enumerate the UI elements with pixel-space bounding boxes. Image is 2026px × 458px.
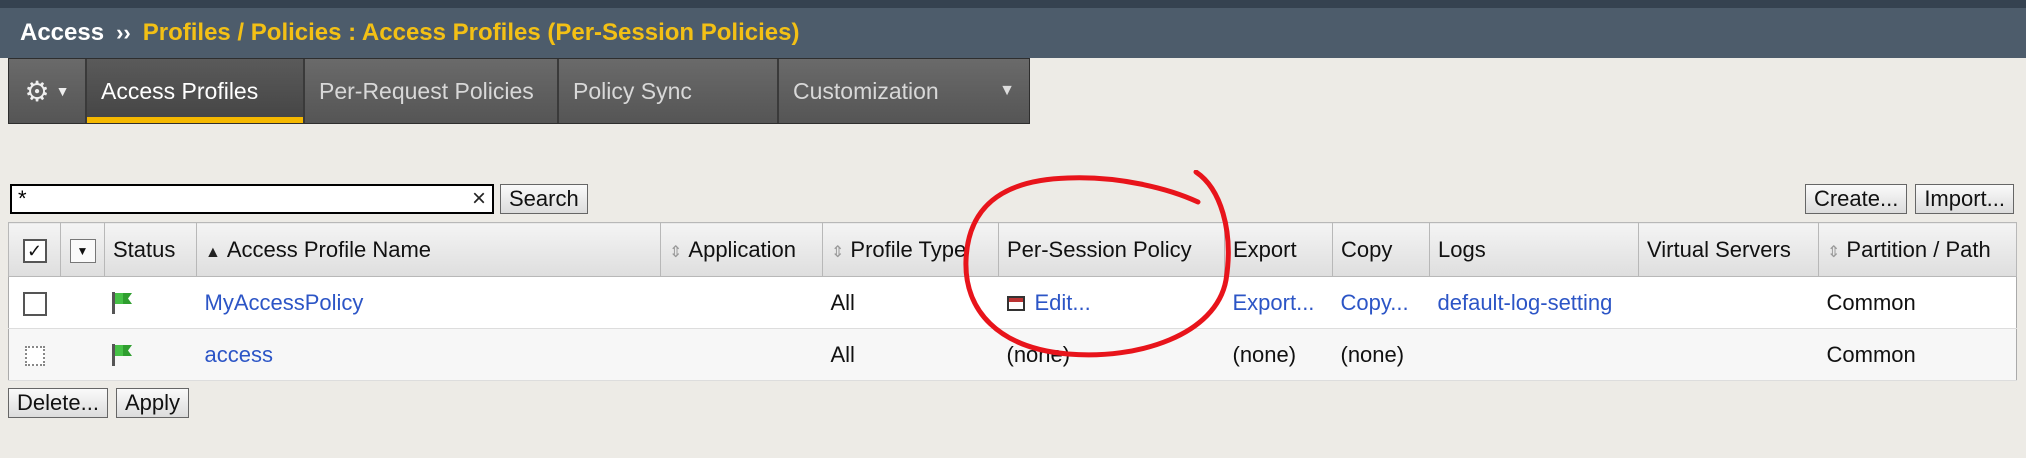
table-row: access All (none) (none) (none) Common (8, 328, 2017, 381)
column-per-session-policy: Per-Session Policy (998, 222, 1225, 277)
sort-icon: ⇕ (669, 243, 683, 261)
log-setting-link[interactable]: default-log-setting (1438, 290, 1613, 315)
column-copy: Copy (1332, 222, 1430, 277)
table-header-row: ✓ ▼ Status ▲ Access Profile Name ⇕ Applica… (8, 222, 2017, 277)
application-cell (660, 328, 823, 381)
edit-policy-link[interactable]: Edit... (1035, 290, 1091, 315)
column-virtual-servers: Virtual Servers (1638, 222, 1819, 277)
virtual-servers-cell (1638, 328, 1819, 381)
sort-icon: ⇕ (1827, 243, 1841, 261)
green-flag-icon (111, 344, 132, 367)
profile-name-cell: MyAccessPolicy (196, 276, 661, 329)
export-link[interactable]: Export... (1233, 290, 1315, 315)
column-status[interactable]: Status (104, 222, 197, 277)
gear-icon: ⚙ (24, 75, 50, 107)
column-export: Export (1224, 222, 1333, 277)
search-field: × (10, 184, 494, 214)
bottom-actions: Delete... Apply (8, 388, 189, 418)
gear-menu-button[interactable]: ⚙ ▼ (9, 59, 87, 123)
tab-label: Customization (793, 77, 939, 104)
breadcrumb: Access ›› Profiles / Policies : Access P… (0, 0, 2026, 58)
search-input[interactable] (18, 186, 468, 212)
column-profile-type-header[interactable]: ⇕ Profile Type (822, 222, 999, 277)
tab-label: Access Profiles (101, 77, 259, 104)
tab-policy-sync[interactable]: Policy Sync (559, 59, 779, 123)
green-flag-icon (111, 292, 132, 315)
copy-cell: Copy... (1332, 276, 1430, 329)
profile-type-cell: All (822, 328, 999, 381)
export-cell: Export... (1224, 276, 1333, 329)
virtual-servers-cell (1638, 276, 1819, 329)
row-checkbox[interactable] (22, 291, 47, 316)
delete-button[interactable]: Delete... (8, 388, 108, 418)
breadcrumb-root[interactable]: Access (20, 19, 104, 47)
breadcrumb-path[interactable]: Profiles / Policies : Access Profiles (P… (143, 19, 800, 47)
profile-name-link[interactable]: MyAccessPolicy (205, 290, 364, 315)
column-application-header[interactable]: ⇕ Application (660, 222, 823, 277)
table-row: MyAccessPolicy All Edit... Export... Cop… (8, 276, 2017, 329)
per-session-policy-cell: Edit... (998, 276, 1225, 329)
access-profiles-table: ✓ ▼ Status ▲ Access Profile Name ⇕ Applica… (8, 222, 2017, 381)
tab-bar: ⚙ ▼ Access Profiles Per-Request Policies … (8, 58, 1030, 124)
select-all-checkbox-cell: ✓ (8, 222, 61, 277)
column-name-header[interactable]: ▲ Access Profile Name (196, 222, 661, 277)
copy-cell: (none) (1332, 328, 1430, 381)
column-application-label: Application (688, 236, 797, 262)
import-button[interactable]: Import... (1915, 184, 2014, 214)
row-checkbox-cell (8, 276, 61, 329)
edit-window-icon (1006, 296, 1025, 312)
profile-name-link[interactable]: access (205, 342, 273, 367)
profile-type-cell: All (822, 276, 999, 329)
sort-ascending-icon: ▲ (205, 243, 221, 261)
logs-cell: default-log-setting (1429, 276, 1639, 329)
sort-icon: ⇕ (831, 243, 845, 261)
row-checkbox-cell (8, 328, 61, 381)
status-filter-cell: ▼ (60, 222, 105, 277)
status-filter-dropdown[interactable]: ▼ (69, 238, 96, 263)
tab-access-profiles[interactable]: Access Profiles (87, 59, 305, 123)
create-button[interactable]: Create... (1804, 184, 1908, 214)
column-partition-header[interactable]: ⇕ Partition / Path (1818, 222, 2017, 277)
row-checkbox-disabled (24, 345, 45, 366)
column-logs: Logs (1429, 222, 1639, 277)
tab-per-request-policies[interactable]: Per-Request Policies (305, 59, 559, 123)
search-row: × Search (10, 184, 588, 214)
application-cell (660, 276, 823, 329)
search-button[interactable]: Search (500, 184, 588, 214)
breadcrumb-separator: ›› (116, 20, 131, 45)
top-actions: Create... Import... (1804, 184, 2014, 214)
column-profile-type-label: Profile Type (850, 236, 967, 262)
select-all-checkbox[interactable]: ✓ (22, 238, 47, 263)
profile-name-cell: access (196, 328, 661, 381)
tab-label: Per-Request Policies (319, 77, 534, 104)
clear-icon[interactable]: × (472, 185, 486, 213)
tab-label: Policy Sync (573, 77, 692, 104)
column-name-label: Access Profile Name (226, 236, 432, 262)
per-session-policy-cell: (none) (998, 328, 1225, 381)
tab-customization[interactable]: Customization ▼ (779, 59, 1029, 123)
status-cell (60, 276, 197, 329)
column-partition-label: Partition / Path (1846, 236, 1991, 262)
status-cell (60, 328, 197, 381)
apply-button[interactable]: Apply (115, 388, 189, 418)
chevron-down-icon: ▼ (55, 83, 70, 99)
export-cell: (none) (1224, 328, 1333, 381)
logs-cell (1429, 328, 1639, 381)
partition-cell: Common (1818, 328, 2017, 381)
chevron-down-icon: ▼ (999, 82, 1015, 99)
copy-link[interactable]: Copy... (1341, 290, 1409, 315)
partition-cell: Common (1818, 276, 2017, 329)
